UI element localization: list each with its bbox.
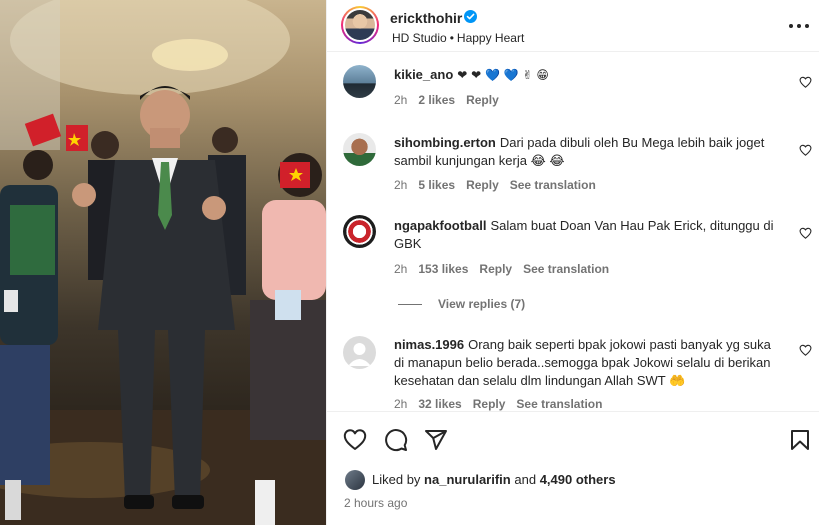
view-replies-line [398,304,422,305]
comment-meta: 2h 153 likes Reply See translation [394,262,620,276]
heart-icon[interactable] [343,428,367,452]
post-subtitle: HD Studio • Happy Heart [392,31,524,45]
commenter-username[interactable]: nimas.1996 [394,337,464,352]
verified-icon [464,10,477,23]
comments-list[interactable]: kikie_ano ❤ ❤ 💙 💙 ✌ 😁 2h 2 likes Reply siho… [327,53,819,411]
subtitle-separator: • [449,31,454,45]
likes-and: and [514,472,537,487]
commenter-username[interactable]: ngapakfootball [394,218,486,233]
commenter-username[interactable]: kikie_ano [394,67,453,82]
media-scene [0,0,326,525]
comment-icon[interactable] [384,428,408,452]
see-translation-button[interactable]: See translation [516,397,602,411]
commenter-avatar[interactable] [343,65,376,98]
liked-by-prefix: Liked by [372,472,421,487]
post-media[interactable] [0,0,326,525]
comment-text: kikie_ano ❤ ❤ 💙 💙 ✌ 😁 [394,66,778,84]
share-icon[interactable] [424,428,448,452]
post-time[interactable]: 2 hours ago [344,496,407,510]
comment-likes[interactable]: 5 likes [418,178,455,192]
comment-likes[interactable]: 153 likes [418,262,468,276]
author-username[interactable]: erickthohir [390,10,462,26]
reply-button[interactable]: Reply [466,178,499,192]
commenter-username[interactable]: sihombing.erton [394,135,496,150]
liker-avatar[interactable] [345,470,365,490]
likes-text: Liked by na_nurularifin and 4,490 others [372,472,616,487]
comment-like-heart-icon[interactable] [799,76,812,88]
comment-time[interactable]: 2h [394,397,407,411]
comment-like-heart-icon[interactable] [799,144,812,156]
see-translation-button[interactable]: See translation [523,262,609,276]
comment-meta: 2h 5 likes Reply See translation [394,178,607,192]
post-actions: Liked by na_nurularifin and 4,490 others… [327,411,819,525]
comment-body: ❤ ❤ 💙 💙 ✌ 😁 [457,68,549,82]
audio-link[interactable]: Happy Heart [457,31,524,45]
comment-meta: 2h 32 likes Reply See translation [394,397,613,411]
author-avatar-border [343,8,377,42]
reply-button[interactable]: Reply [479,262,512,276]
save-icon[interactable] [788,428,812,452]
reply-button[interactable]: Reply [466,93,499,107]
more-icon[interactable] [787,17,811,35]
commenter-avatar[interactable] [343,336,376,369]
author-avatar-image [345,10,375,40]
view-replies-label: View replies (7) [438,297,526,311]
comment-text: ngapakfootball Salam buat Doan Van Hau Pa… [394,217,778,253]
comment-time[interactable]: 2h [394,178,407,192]
comment-likes[interactable]: 32 likes [418,397,461,411]
comment-time[interactable]: 2h [394,93,407,107]
see-translation-button[interactable]: See translation [510,178,596,192]
comment-like-heart-icon[interactable] [799,227,812,239]
comment-like-heart-icon[interactable] [799,344,812,356]
author-avatar[interactable] [341,6,379,44]
comment-likes[interactable]: 2 likes [418,93,455,107]
liker-username[interactable]: na_nurularifin [424,472,511,487]
commenter-avatar[interactable] [343,133,376,166]
comment-meta: 2h 2 likes Reply [394,93,510,107]
comment-text: nimas.1996 Orang baik seperti bpak jokowi… [394,336,778,390]
post-header: erickthohir HD Studio • Happy Heart [327,0,819,52]
comment-text: sihombing.erton Dari pada dibuli oleh Bu … [394,134,778,170]
location-link[interactable]: HD Studio [392,31,447,45]
reply-button[interactable]: Reply [473,397,506,411]
comment-time[interactable]: 2h [394,262,407,276]
commenter-avatar[interactable] [343,215,376,248]
likes-others-link[interactable]: 4,490 others [540,472,616,487]
post-panel: erickthohir HD Studio • Happy Heart kikie_… [326,0,819,525]
